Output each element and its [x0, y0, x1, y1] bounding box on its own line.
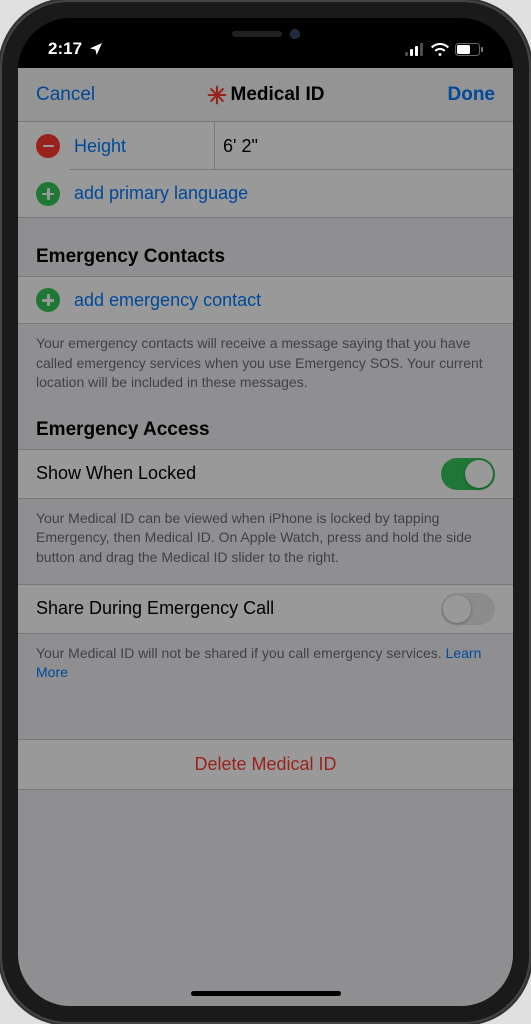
delete-medical-id-button[interactable]: Delete Medical ID — [18, 740, 513, 789]
notch — [176, 18, 356, 50]
medical-id-icon — [207, 85, 227, 105]
share-during-call-label: Share During Emergency Call — [36, 598, 274, 619]
add-icon[interactable] — [36, 288, 60, 312]
home-indicator[interactable] — [191, 991, 341, 996]
delete-row: Delete Medical ID — [18, 739, 513, 790]
show-when-locked-footer: Your Medical ID can be viewed when iPhon… — [18, 499, 513, 584]
location-icon — [88, 41, 104, 57]
cellular-icon — [405, 43, 425, 56]
add-language-label: add primary language — [74, 183, 248, 204]
nav-bar: Cancel Medical ID Done — [18, 68, 513, 122]
share-during-call-row: Share During Emergency Call — [18, 584, 513, 634]
show-when-locked-label: Show When Locked — [36, 463, 196, 484]
battery-icon — [455, 43, 483, 56]
add-icon[interactable] — [36, 182, 60, 206]
emergency-access-header: Emergency Access — [18, 409, 513, 449]
emergency-contacts-footer: Your emergency contacts will receive a m… — [18, 324, 513, 409]
share-during-call-toggle[interactable] — [441, 593, 495, 625]
height-row[interactable]: Height 6' 2" — [18, 122, 513, 170]
cancel-button[interactable]: Cancel — [36, 84, 95, 106]
content: Cancel Medical ID Done Height 6' 2" add … — [18, 68, 513, 1006]
phone-frame: 2:17 Cancel Medical ID Done — [0, 0, 531, 1024]
share-footer-text: Your Medical ID will not be shared if yo… — [36, 645, 446, 661]
add-emergency-contact-label: add emergency contact — [74, 290, 261, 311]
show-when-locked-row: Show When Locked — [18, 449, 513, 499]
screen: 2:17 Cancel Medical ID Done — [18, 18, 513, 1006]
status-time: 2:17 — [48, 39, 82, 59]
done-button[interactable]: Done — [448, 84, 496, 106]
emergency-contacts-header: Emergency Contacts — [18, 218, 513, 276]
add-language-row[interactable]: add primary language — [18, 170, 513, 218]
share-during-call-footer: Your Medical ID will not be shared if yo… — [18, 634, 513, 699]
show-when-locked-toggle[interactable] — [441, 458, 495, 490]
height-value[interactable]: 6' 2" — [214, 122, 495, 170]
wifi-icon — [431, 43, 449, 56]
page-title-text: Medical ID — [231, 84, 325, 106]
remove-icon[interactable] — [36, 134, 60, 158]
add-emergency-contact-row[interactable]: add emergency contact — [18, 276, 513, 324]
page-title: Medical ID — [207, 84, 325, 106]
height-label: Height — [74, 136, 214, 157]
